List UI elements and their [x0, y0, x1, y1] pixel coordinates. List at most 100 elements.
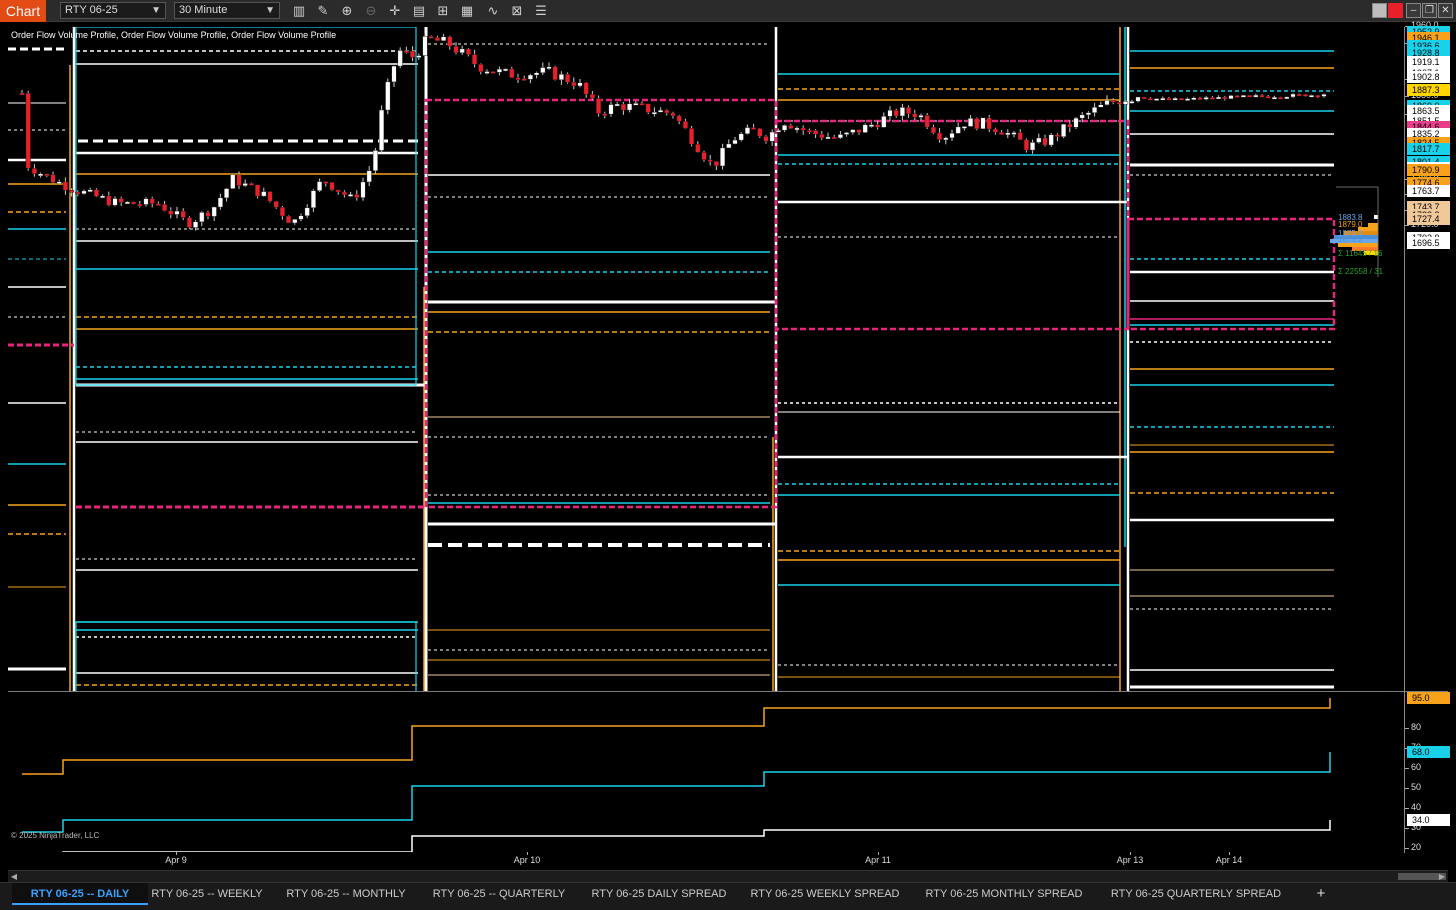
candle-up [391, 65, 397, 83]
candle-down [1023, 139, 1029, 151]
tab-daily-spread[interactable]: RTY 06-25 DAILY SPREAD [586, 883, 732, 905]
minimize-icon[interactable]: – [1406, 3, 1421, 18]
instrument-value: RTY 06-25 [65, 4, 118, 16]
candle-up [658, 109, 664, 113]
tab-daily[interactable]: RTY 06-25 -- DAILY [12, 883, 148, 905]
price-marker: 1817.7 [1407, 142, 1450, 155]
indicator-tick-label: 80 [1411, 722, 1422, 732]
candle-down [924, 115, 930, 128]
candle-up [1135, 96, 1141, 102]
tab-weekly-spread[interactable]: RTY 06-25 WEEKLY SPREAD [746, 883, 904, 905]
x-axis-label: Apr 9 [165, 855, 187, 865]
candle-down [1234, 95, 1240, 98]
tab-monthly-spread[interactable]: RTY 06-25 MONTHLY SPREAD [918, 883, 1090, 905]
candle-down [986, 117, 992, 130]
candle-up [1253, 94, 1259, 98]
candle-up [651, 112, 657, 115]
properties-icon[interactable]: ⊠ [508, 2, 526, 20]
candle-up [242, 183, 248, 186]
crosshair-icon[interactable]: ✛ [386, 2, 404, 20]
color-swatch-icon[interactable] [1372, 3, 1387, 18]
candle-down [341, 191, 347, 196]
price-chart-panel[interactable]: 1883.8 1879.0 1875.4 1873.2 Σ 11645 / 16 Σ 22… [8, 27, 1404, 691]
candle-down [1302, 94, 1308, 97]
menu-icon[interactable]: ☰ [532, 2, 550, 20]
bar-type-icon[interactable]: ▥ [290, 2, 308, 20]
templates-icon[interactable]: ⊞ [434, 2, 452, 20]
tab-weekly[interactable]: RTY 06-25 -- WEEKLY [148, 883, 266, 905]
candle-down [515, 77, 521, 80]
tab-quarterly-spread[interactable]: RTY 06-25 QUARTERLY SPREAD [1106, 883, 1286, 905]
candle-up [217, 197, 223, 208]
candle-down [757, 128, 763, 137]
ninjatrader-chart-window: Chart RTY 06-25 ▼ 30 Minute ▼ ▥ ✎ ⊕ ⊖ ✛ … [0, 0, 1456, 910]
tab-monthly[interactable]: RTY 06-25 -- MONTHLY [280, 883, 412, 905]
candle-up [366, 170, 372, 183]
candle-up [416, 55, 422, 58]
candle-up [1271, 96, 1277, 100]
maximize-icon[interactable]: ❐ [1422, 3, 1437, 18]
candle-down [162, 204, 168, 211]
candle-up [527, 74, 533, 80]
candle-down [645, 103, 651, 113]
candle-up [81, 190, 87, 194]
candle-up [397, 50, 403, 67]
scroll-left-icon[interactable]: ◀ [8, 871, 20, 882]
candle-down [335, 189, 341, 193]
add-tab-button[interactable]: + [1310, 883, 1332, 905]
candle-up [503, 68, 509, 72]
candle-up [1048, 134, 1054, 146]
candle-down [930, 126, 936, 134]
draw-pencil-icon[interactable]: ✎ [314, 2, 332, 20]
candle-up [174, 210, 180, 215]
candle-up [1309, 95, 1315, 98]
profile-box [75, 621, 417, 691]
data-box-icon[interactable]: ▤ [410, 2, 428, 20]
price-marker: 1887.3 [1407, 84, 1450, 97]
candle-down [106, 195, 112, 206]
close-icon[interactable]: ✕ [1438, 3, 1453, 18]
candle-up [577, 82, 583, 87]
candle-up [738, 133, 744, 141]
profile-value-label: Σ 22558 / 31 [1338, 267, 1384, 276]
indicator-line-cyan [22, 752, 1331, 833]
candle-up [844, 132, 850, 135]
strategies-icon[interactable]: ▦ [458, 2, 476, 20]
candle-up [608, 104, 614, 115]
candle-up [899, 107, 905, 117]
candle-down [813, 130, 819, 135]
indicators-icon[interactable]: ∿ [484, 2, 502, 20]
timeframe-selector[interactable]: 30 Minute ▼ [174, 2, 280, 19]
candle-down [639, 103, 645, 106]
zoom-out-icon[interactable]: ⊖ [362, 2, 380, 20]
candle-down [571, 81, 577, 87]
close-red-icon[interactable] [1388, 3, 1403, 18]
horizontal-scrollbar[interactable]: ◀ ▶ [8, 870, 1448, 882]
tab-quarterly[interactable]: RTY 06-25 -- QUARTERLY [426, 883, 572, 905]
scroll-right-icon[interactable]: ▶ [1436, 871, 1448, 882]
candle-down [1259, 94, 1265, 98]
candle-down [279, 207, 285, 217]
indicator-tick [1405, 728, 1409, 729]
candle-down [1110, 100, 1116, 103]
candle-down [329, 182, 335, 191]
candle-down [664, 109, 670, 114]
candle-up [441, 36, 447, 41]
candle-down [137, 203, 143, 207]
price-axis[interactable]: 1960.01940.01900.01880.01860.01780.01760… [1405, 20, 1456, 853]
zoom-in-icon[interactable]: ⊕ [338, 2, 356, 20]
candle-up [633, 103, 639, 106]
chart-tab-bar: RTY 06-25 -- DAILY RTY 06-25 -- WEEKLY R… [0, 882, 1456, 910]
instrument-selector[interactable]: RTY 06-25 ▼ [60, 2, 166, 19]
indicator-panel[interactable] [8, 692, 1404, 852]
candle-up [1129, 101, 1135, 104]
candle-down [149, 198, 155, 204]
candle-up [304, 207, 310, 216]
candle-down [31, 168, 37, 175]
candle-down [670, 112, 676, 117]
price-marker: 1902.8 [1407, 70, 1450, 83]
candle-up [1290, 93, 1296, 98]
candle-down [893, 110, 899, 117]
candle-down [713, 161, 719, 167]
candle-up [782, 125, 788, 131]
